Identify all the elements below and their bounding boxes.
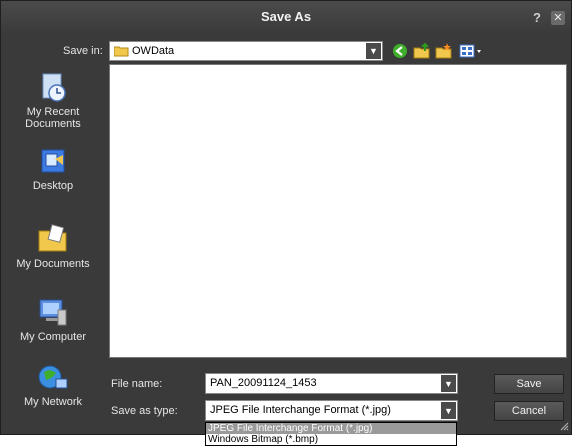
dropdown-option-bmp[interactable]: Windows Bitmap (*.bmp) bbox=[206, 434, 456, 445]
save-as-type-select[interactable]: JPEG File Interchange Format (*.jpg) ▼ bbox=[205, 400, 458, 421]
save-in-combo[interactable]: OWData ▼ bbox=[109, 41, 383, 61]
chevron-down-icon[interactable]: ▼ bbox=[441, 402, 456, 419]
cancel-button[interactable]: Cancel bbox=[494, 401, 564, 421]
file-name-value: PAN_20091124_1453 bbox=[210, 377, 317, 389]
save-as-type-label: Save as type: bbox=[111, 405, 178, 417]
chevron-down-icon[interactable]: ▼ bbox=[441, 375, 456, 392]
place-my-documents[interactable]: My Documents bbox=[5, 221, 101, 270]
save-as-type-dropdown: JPEG File Interchange Format (*.jpg) Win… bbox=[205, 422, 457, 446]
my-documents-icon bbox=[38, 224, 67, 252]
window-title: Save As bbox=[260, 9, 312, 24]
recent-documents-icon bbox=[42, 73, 66, 102]
place-my-recent-documents[interactable]: My Recent Documents bbox=[5, 71, 101, 130]
place-desktop[interactable]: Desktop bbox=[5, 147, 101, 192]
help-button[interactable]: ? bbox=[530, 11, 544, 25]
title-bar[interactable]: Save As ? ✕ bbox=[1, 1, 571, 33]
place-label: My Network bbox=[23, 396, 83, 408]
save-in-value: OWData bbox=[132, 45, 175, 57]
views-menu-icon[interactable] bbox=[459, 42, 485, 60]
up-folder-icon[interactable] bbox=[413, 42, 431, 60]
back-icon[interactable] bbox=[391, 42, 409, 60]
place-my-network[interactable]: My Network bbox=[5, 363, 101, 408]
folder-icon bbox=[113, 45, 129, 60]
place-label: My Computer bbox=[19, 331, 87, 343]
dropdown-option-jpeg[interactable]: JPEG File Interchange Format (*.jpg) bbox=[206, 423, 456, 434]
close-button[interactable]: ✕ bbox=[551, 11, 565, 25]
network-icon bbox=[38, 365, 68, 389]
my-computer-icon bbox=[39, 299, 67, 326]
save-as-type-value: JPEG File Interchange Format (*.jpg) bbox=[210, 404, 391, 416]
save-button[interactable]: Save bbox=[494, 374, 564, 394]
file-name-input[interactable]: PAN_20091124_1453 ▼ bbox=[205, 373, 458, 394]
place-label: Desktop bbox=[32, 180, 74, 192]
new-folder-icon[interactable] bbox=[435, 42, 453, 60]
file-list[interactable] bbox=[109, 64, 567, 358]
desktop-icon bbox=[41, 149, 65, 173]
save-in-label: Save in: bbox=[63, 45, 103, 57]
file-name-label: File name: bbox=[111, 378, 163, 390]
place-label: My Recent Documents bbox=[25, 106, 81, 130]
resize-grip-icon[interactable] bbox=[559, 421, 569, 431]
place-label: My Documents bbox=[16, 258, 90, 270]
chevron-down-icon[interactable]: ▼ bbox=[366, 43, 381, 59]
save-as-dialog: Save As ? ✕ Save in: OWData ▼ My Recent … bbox=[0, 0, 572, 435]
place-my-computer[interactable]: My Computer bbox=[5, 296, 101, 343]
